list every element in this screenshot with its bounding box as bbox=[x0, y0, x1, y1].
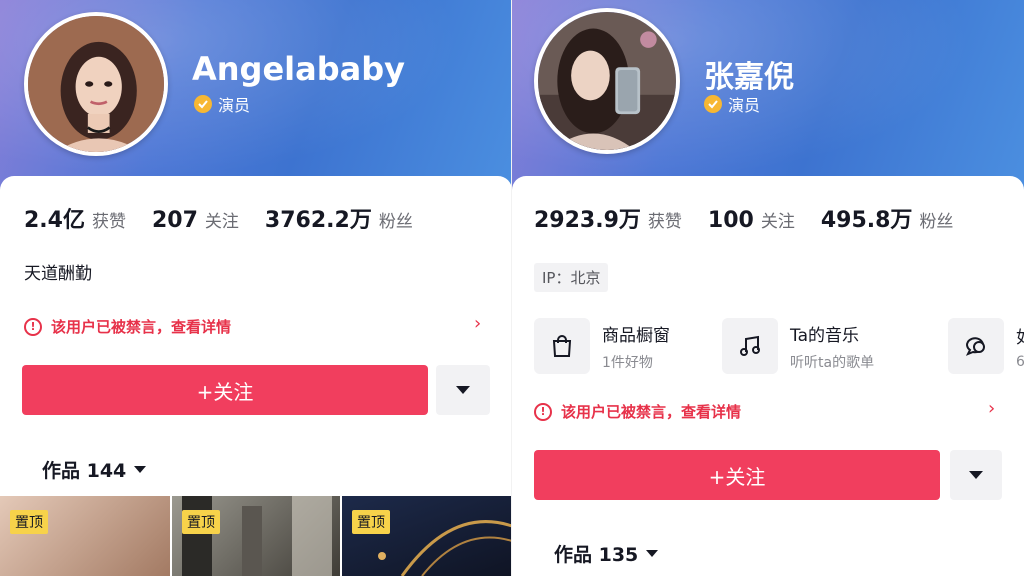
profile-stats: 2923.9万 获赞 100 关注 495.8万 粉丝 bbox=[534, 202, 953, 234]
stat-followers[interactable]: 3762.2万 粉丝 bbox=[265, 202, 413, 234]
works-tab-label: 作品 135 bbox=[554, 544, 639, 566]
follow-button[interactable]: +关注 bbox=[534, 450, 940, 500]
works-tab[interactable]: 作品 135 bbox=[554, 540, 659, 567]
profile-name: Angelababy bbox=[192, 50, 405, 88]
music-note-icon bbox=[722, 318, 778, 374]
chevron-down-icon bbox=[969, 471, 983, 479]
group-chat-entry[interactable]: 如 6 bbox=[948, 318, 1024, 374]
profile-stats: 2.4亿 获赞 207 关注 3762.2万 粉丝 bbox=[24, 202, 413, 234]
verified-check-icon bbox=[194, 95, 212, 113]
verified-label: 演员 bbox=[728, 96, 761, 115]
feature-entries: 商品橱窗 1件好物 Ta的音乐 听听ta的歌单 bbox=[534, 318, 874, 374]
follow-button[interactable]: +关注 bbox=[22, 365, 428, 415]
stat-likes[interactable]: 2.4亿 获赞 bbox=[24, 202, 126, 234]
stat-likes-label: 获赞 bbox=[91, 212, 126, 232]
shop-window-title: 商品橱窗 bbox=[602, 325, 670, 346]
ban-warning-text: 该用户已被禁言，查看详情 bbox=[561, 403, 742, 421]
stat-likes-count: 2923.9万 bbox=[534, 208, 641, 233]
pinned-badge: 置顶 bbox=[352, 510, 390, 534]
shop-window-entry[interactable]: 商品橱窗 1件好物 bbox=[534, 318, 670, 374]
profile-name: 张嘉倪 bbox=[704, 60, 794, 95]
ip-location-tag: IP：北京 bbox=[534, 263, 609, 292]
dropdown-arrow-icon bbox=[646, 550, 659, 557]
more-options-button[interactable] bbox=[436, 365, 490, 415]
chevron-down-icon bbox=[456, 386, 470, 394]
works-tab-label: 作品 144 bbox=[42, 460, 127, 482]
profile-panel-right: 张嘉倪 演员 2923.9万 获赞 100 关注 495.8万 粉丝 IP：北京… bbox=[512, 0, 1024, 576]
pinned-badge: 置顶 bbox=[10, 510, 48, 534]
stat-followers-label: 粉丝 bbox=[919, 212, 954, 232]
shopping-bag-icon bbox=[534, 318, 590, 374]
dropdown-arrow-icon bbox=[134, 466, 147, 473]
video-thumbnail[interactable]: 置顶 bbox=[0, 496, 170, 576]
video-thumbnail[interactable]: 置顶 bbox=[342, 496, 512, 576]
avatar-photo bbox=[28, 16, 164, 152]
stat-followers-label: 粉丝 bbox=[378, 212, 413, 232]
chat-bubble-icon bbox=[948, 318, 1004, 374]
thumbnail-image bbox=[378, 520, 512, 576]
ban-warning-text: 该用户已被禁言，查看详情 bbox=[51, 318, 232, 336]
chevron-right-icon[interactable]: › bbox=[988, 398, 995, 419]
stat-followers-count: 495.8万 bbox=[820, 208, 913, 233]
verified-check-icon bbox=[704, 95, 722, 113]
shop-window-subtitle: 1件好物 bbox=[602, 354, 653, 371]
music-entry[interactable]: Ta的音乐 听听ta的歌单 bbox=[722, 318, 874, 374]
stat-likes-count: 2.4亿 bbox=[24, 208, 85, 233]
verified-badge: 演员 bbox=[194, 92, 250, 116]
avatar[interactable] bbox=[24, 12, 168, 156]
stat-following-count: 207 bbox=[151, 208, 198, 233]
profile-panel-left: Angelababy 演员 2.4亿 获赞 207 关注 3762.2万 粉丝 … bbox=[0, 0, 512, 576]
stat-likes-label: 获赞 bbox=[647, 212, 682, 232]
group-chat-title: 如 bbox=[1016, 323, 1024, 348]
alert-icon: ! bbox=[24, 317, 42, 336]
profile-bio: 天道酬勤 bbox=[24, 264, 92, 284]
group-chat-subtitle: 6 bbox=[1016, 353, 1024, 370]
stat-following[interactable]: 207 关注 bbox=[152, 207, 239, 233]
chevron-right-icon[interactable]: › bbox=[474, 313, 481, 334]
verified-badge: 演员 bbox=[704, 92, 760, 116]
stat-followers[interactable]: 495.8万 粉丝 bbox=[821, 202, 954, 234]
music-title: Ta的音乐 bbox=[790, 325, 859, 346]
stat-followers-count: 3762.2万 bbox=[264, 208, 372, 233]
music-subtitle: 听听ta的歌单 bbox=[790, 354, 875, 371]
alert-icon: ! bbox=[534, 402, 552, 421]
thumbnail-image bbox=[182, 496, 332, 576]
avatar-photo bbox=[538, 12, 676, 150]
pinned-badge: 置顶 bbox=[182, 510, 220, 534]
stat-following[interactable]: 100 关注 bbox=[708, 207, 795, 233]
verified-label: 演员 bbox=[218, 96, 251, 115]
stat-following-label: 关注 bbox=[204, 212, 239, 232]
video-thumbnail[interactable]: 置顶 bbox=[172, 496, 340, 576]
profile-card bbox=[512, 176, 1024, 576]
stat-following-count: 100 bbox=[707, 208, 754, 233]
more-options-button[interactable] bbox=[950, 450, 1002, 500]
stat-likes[interactable]: 2923.9万 获赞 bbox=[534, 202, 682, 234]
works-tab[interactable]: 作品 144 bbox=[42, 456, 147, 483]
stat-following-label: 关注 bbox=[760, 212, 795, 232]
ban-warning-link[interactable]: ! 该用户已被禁言，查看详情 bbox=[534, 401, 741, 422]
avatar[interactable] bbox=[534, 8, 680, 154]
ban-warning-link[interactable]: ! 该用户已被禁言，查看详情 bbox=[24, 316, 231, 337]
